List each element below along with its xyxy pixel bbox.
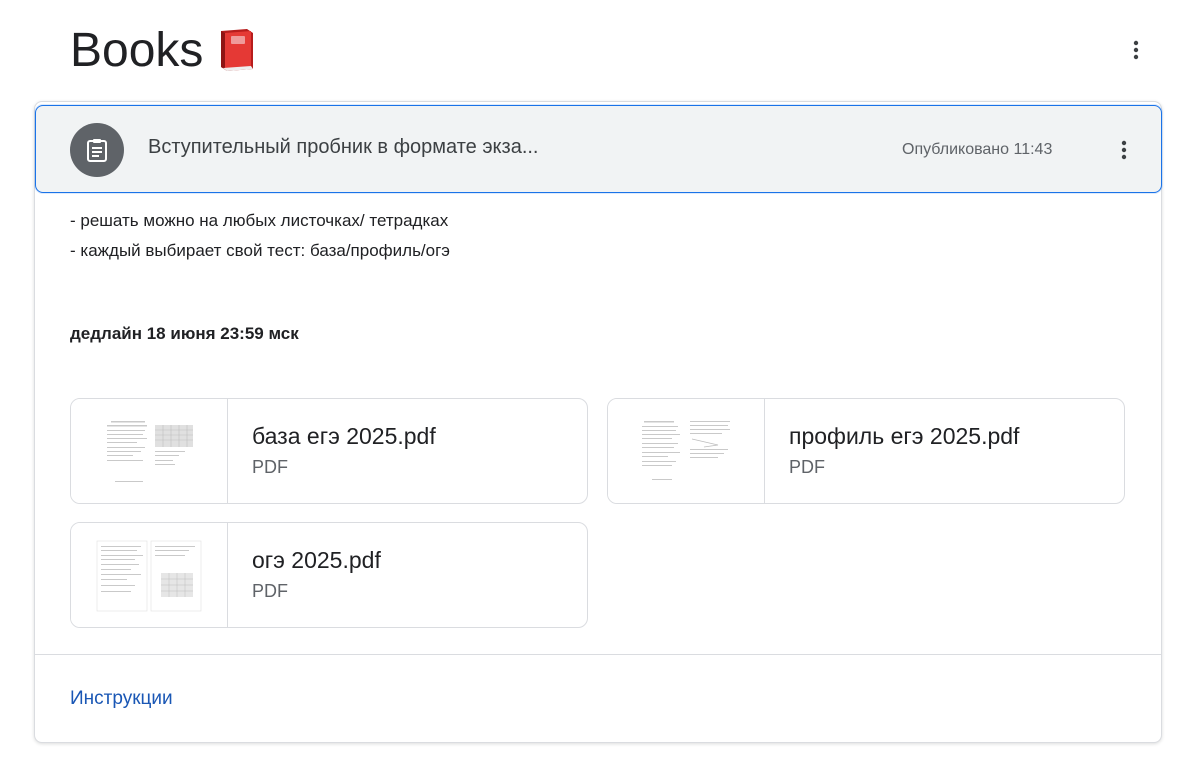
- attachment-file-type: PDF: [252, 581, 288, 601]
- attachment-file-type: PDF: [789, 457, 825, 477]
- assignment-clipboard-icon: [70, 123, 124, 177]
- assignment-description: - решать можно на любых листочках/ тетра…: [70, 206, 450, 266]
- assignment-header[interactable]: Вступительный пробник в формате экза... …: [35, 105, 1162, 193]
- pdf-thumbnail: [71, 523, 228, 627]
- more-vertical-icon: [1133, 40, 1139, 60]
- instructions-link[interactable]: Инструкции: [70, 688, 173, 710]
- attachment-file-name: огэ 2025.pdf: [252, 547, 381, 573]
- attachment-card[interactable]: профиль егэ 2025.pdf PDF: [607, 398, 1125, 504]
- assignment-title: Вступительный пробник в формате экза...: [148, 136, 539, 158]
- description-line: - решать можно на любых листочках/ тетра…: [70, 211, 449, 230]
- deadline-text: дедлайн 18 июня 23:59 мск: [70, 324, 299, 343]
- pdf-thumbnail: [608, 399, 765, 503]
- description-line: - каждый выбирает свой тест: база/профил…: [70, 241, 450, 260]
- published-time: Опубликовано 11:43: [902, 141, 1053, 158]
- attachment-file-name: база егэ 2025.pdf: [252, 423, 436, 449]
- attachment-file-type: PDF: [252, 457, 288, 477]
- assignment-card: Вступительный пробник в формате экза... …: [34, 101, 1162, 743]
- attachment-file-name: профиль егэ 2025.pdf: [789, 423, 1020, 449]
- assignment-more-menu-button[interactable]: [1108, 134, 1140, 166]
- page-more-menu-button[interactable]: [1120, 34, 1152, 66]
- closed-book-icon: [217, 27, 257, 73]
- page-title: Books: [70, 22, 257, 78]
- pdf-thumbnail: [71, 399, 228, 503]
- attachment-card[interactable]: огэ 2025.pdf PDF: [70, 522, 588, 628]
- more-vertical-icon: [1121, 140, 1127, 160]
- card-divider: [35, 654, 1161, 655]
- attachment-card[interactable]: база егэ 2025.pdf PDF: [70, 398, 588, 504]
- page-title-text: Books: [70, 23, 204, 77]
